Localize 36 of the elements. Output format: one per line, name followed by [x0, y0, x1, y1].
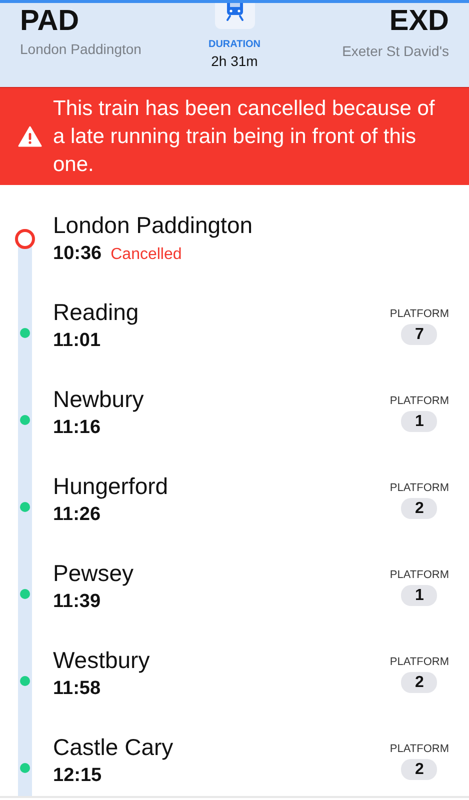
station-name: Westbury	[53, 646, 151, 674]
platform-label: PLATFORM	[390, 743, 449, 755]
platform-label: PLATFORM	[390, 569, 449, 581]
duration-value: 2h 31m	[211, 53, 258, 69]
duration-label: DURATION	[208, 39, 261, 50]
platform-label: PLATFORM	[390, 395, 449, 407]
departure-time: 11:26	[53, 504, 101, 526]
departure-time: 11:01	[53, 330, 101, 352]
station-name: Hungerford	[53, 472, 170, 500]
departure-time: 11:39	[53, 591, 101, 613]
origin-name: London Paddington	[20, 41, 142, 57]
destination-code: EXD	[389, 4, 449, 38]
departure-time: 12:15	[53, 765, 102, 787]
origin-code: PAD	[20, 4, 80, 38]
platform-badge: 7	[401, 324, 438, 345]
station-name: Newbury	[53, 385, 145, 413]
station-name: Reading	[53, 298, 140, 326]
destination-name: Exeter St David's	[342, 43, 449, 59]
train-icon	[214, 3, 254, 29]
warning-icon	[18, 126, 42, 147]
platform-label: PLATFORM	[390, 482, 449, 494]
platform-badge: 2	[401, 759, 438, 780]
station-name: London Paddington	[53, 211, 254, 239]
status-label: Cancelled	[110, 246, 182, 264]
station-name: Castle Cary	[53, 733, 174, 761]
platform-badge: 2	[401, 672, 438, 693]
platform-badge: 1	[401, 585, 438, 606]
alert-message: This train has been cancelled because of a late running train being in front of this one.	[53, 96, 436, 178]
departure-time: 10:36	[53, 243, 102, 265]
station-name: Pewsey	[53, 559, 135, 587]
platform-label: PLATFORM	[390, 308, 449, 320]
departure-time: 11:58	[53, 678, 101, 700]
platform-badge: 1	[401, 411, 438, 432]
platform-label: PLATFORM	[390, 656, 449, 668]
departure-time: 11:16	[53, 417, 101, 439]
platform-badge: 2	[401, 498, 438, 519]
